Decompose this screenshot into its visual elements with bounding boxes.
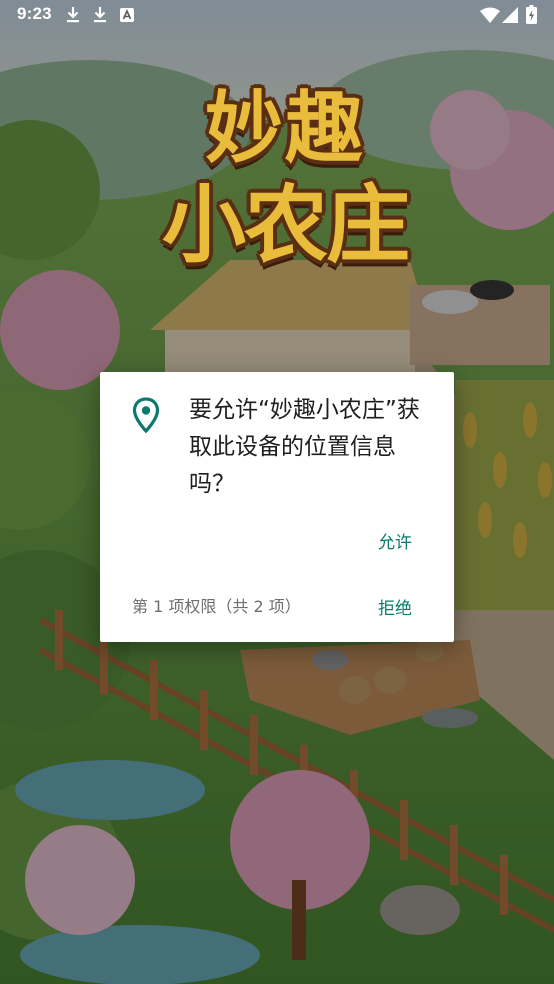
wifi-icon <box>480 7 500 23</box>
allow-button[interactable]: 允许 <box>372 524 418 557</box>
permission-message: 要允许“妙趣小农庄”获取此设备的位置信息吗？ <box>189 397 420 497</box>
game-logo-line2: 小农庄 <box>161 176 410 274</box>
permission-dialog: 要允许“妙趣小农庄”获取此设备的位置信息吗？ 允许 第 1 项权限（共 2 项）… <box>100 372 454 642</box>
location-pin-icon <box>132 397 160 433</box>
deny-button[interactable]: 拒绝 <box>372 590 418 623</box>
download-icon <box>94 7 106 23</box>
game-logo: 妙趣 小农庄 <box>120 66 450 276</box>
battery-charging-icon <box>526 5 537 24</box>
cellular-signal-icon <box>502 7 518 23</box>
status-bar: 9:23 <box>0 0 554 30</box>
accessibility-icon <box>120 8 134 22</box>
download-icon <box>67 7 79 23</box>
permission-counter: 第 1 项权限（共 2 项） <box>132 597 301 616</box>
status-time: 9:23 <box>17 4 52 23</box>
